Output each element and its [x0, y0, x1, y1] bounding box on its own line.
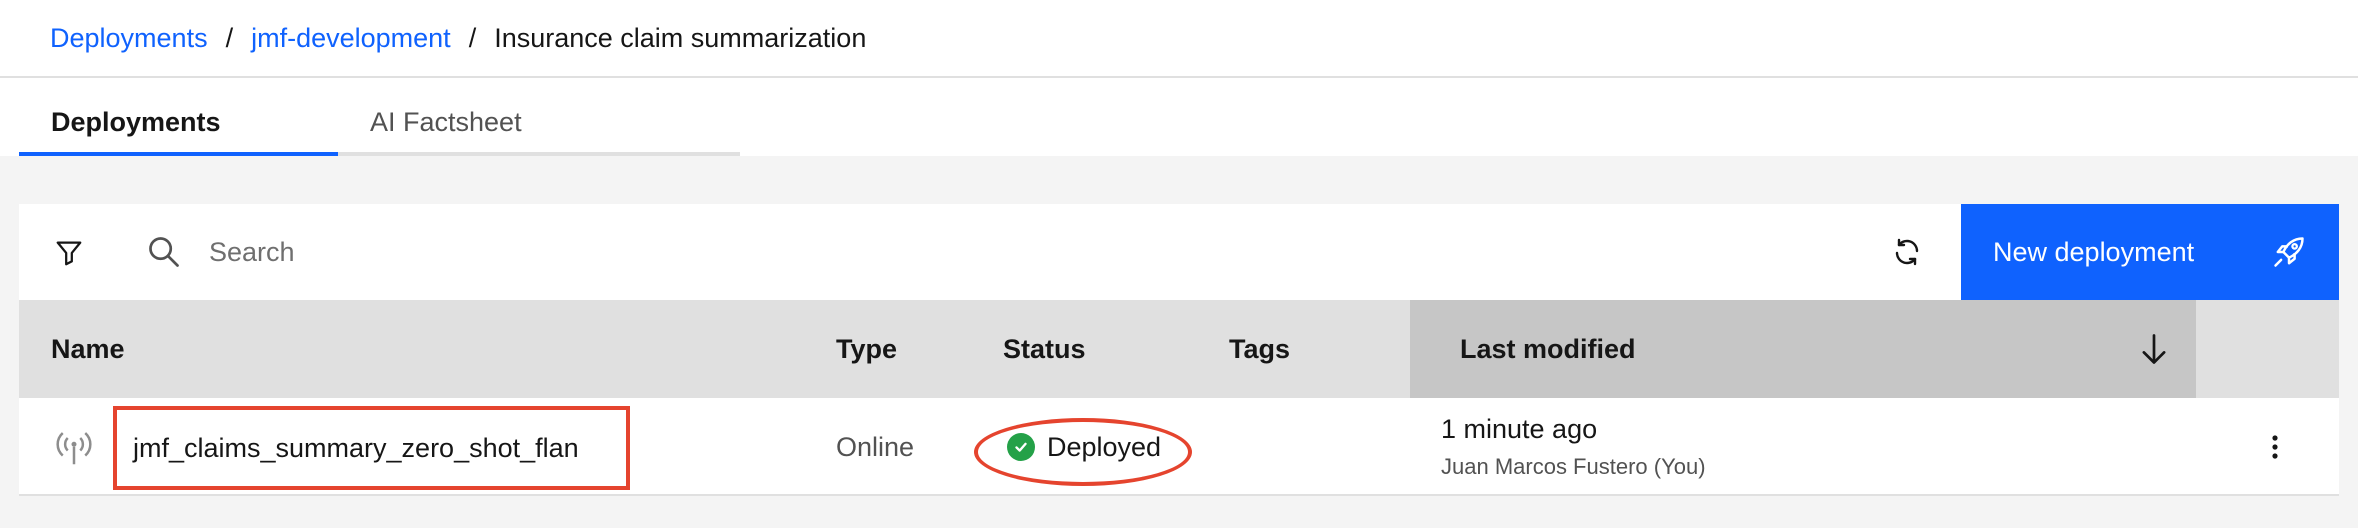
new-deployment-label: New deployment [1993, 236, 2195, 267]
header-divider [0, 76, 2358, 78]
last-modified-time: 1 minute ago [1441, 414, 1598, 444]
tab-list: Deployments AI Factsheet [19, 92, 740, 156]
table-header: Name Type Status Tags Last modified [19, 300, 2339, 398]
rocket-icon [2274, 237, 2304, 267]
deployment-name-link[interactable]: jmf_claims_summary_zero_shot_flan [133, 433, 579, 464]
column-header-last-modified-label: Last modified [1460, 333, 1636, 364]
new-deployment-button[interactable]: New deployment [1961, 204, 2339, 300]
refresh-button[interactable] [1887, 232, 1927, 272]
cell-type: Online [836, 431, 915, 462]
breadcrumb-link-space[interactable]: jmf-development [251, 23, 451, 54]
name-highlight-annotation: jmf_claims_summary_zero_shot_flan [113, 406, 630, 490]
breadcrumb-separator: / [468, 22, 477, 53]
row-overflow-menu-button[interactable] [2255, 427, 2295, 467]
refresh-icon [1895, 238, 1919, 266]
deployment-antenna-icon [56, 432, 92, 465]
column-header-status[interactable]: Status [1003, 300, 1086, 398]
breadcrumb: Deployments / jmf-development / Insuranc… [50, 18, 866, 58]
tab-ai-factsheet[interactable]: AI Factsheet [338, 92, 740, 156]
search-icon [149, 237, 179, 267]
last-modified-user: Juan Marcos Fustero (You) [1441, 454, 1706, 479]
filter-button[interactable] [49, 232, 89, 272]
table-toolbar: New deployment [19, 204, 2339, 300]
status-badge: Deployed [1007, 398, 1161, 496]
tab-deployments[interactable]: Deployments [19, 92, 338, 156]
sort-descending-icon [2142, 334, 2166, 364]
breadcrumb-link-deployments[interactable]: Deployments [50, 23, 208, 54]
breadcrumb-current: Insurance claim summarization [494, 22, 867, 53]
column-header-name[interactable]: Name [51, 300, 125, 398]
column-header-tags[interactable]: Tags [1229, 300, 1290, 398]
column-header-type[interactable]: Type [836, 300, 897, 398]
search-input[interactable] [209, 224, 1809, 280]
column-header-last-modified[interactable]: Last modified [1410, 300, 2196, 398]
overflow-menu-icon [2272, 435, 2278, 459]
status-label: Deployed [1047, 431, 1162, 462]
checkmark-circle-icon [1007, 433, 1035, 461]
filter-icon [56, 241, 82, 266]
breadcrumb-separator: / [225, 22, 234, 53]
table-row[interactable]: jmf_claims_summary_zero_shot_flan Online… [19, 398, 2339, 496]
cell-last-modified: 1 minute ago Juan Marcos Fustero (You) [1441, 410, 1706, 484]
